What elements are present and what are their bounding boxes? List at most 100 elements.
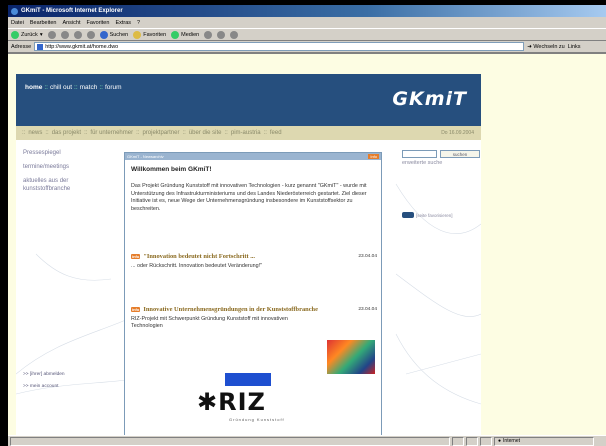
favorites-button[interactable]: Favoriten [133, 30, 166, 39]
menu-bearbeiten[interactable]: Bearbeiten [30, 20, 57, 26]
address-label: Adresse [11, 43, 32, 50]
history-button[interactable] [204, 30, 213, 39]
panel-bar: GKmiT - Newsarchiv Info [125, 153, 381, 160]
stop-icon [60, 30, 69, 39]
page-icon [37, 43, 44, 50]
top-nav: home:: chill out:: match:: forum [25, 84, 122, 91]
site-search-button[interactable]: suchen [440, 150, 480, 158]
bookmark-icon [402, 212, 414, 218]
bookmark-link[interactable]: [seite favorisieren] [402, 212, 453, 218]
subnav-projektpartner[interactable]: projektpartner [142, 130, 179, 136]
nav-home[interactable]: home [25, 84, 42, 91]
site-logo[interactable]: GKmiT [392, 88, 467, 110]
riz-logo[interactable]: ✱RIZ Gründung Kunststoff [197, 373, 307, 431]
nav-forum[interactable]: forum [105, 84, 122, 91]
website: home:: chill out:: match:: forum GKmiT :: ne… [16, 74, 481, 436]
left-link-termine[interactable]: termine/meetings [23, 163, 108, 171]
media-button[interactable]: Medien [171, 30, 199, 39]
main-panel: GKmiT - Newsarchiv Info Willkommen beim … [124, 152, 382, 436]
sub-nav: :: news :: das projekt :: für unternehmer :… [16, 126, 481, 140]
subnav-pim-austria[interactable]: pim-austria [231, 130, 261, 136]
media-icon [171, 30, 180, 39]
home-button[interactable] [86, 30, 95, 39]
mail-button[interactable] [217, 30, 226, 39]
ie-icon [11, 7, 18, 15]
address-url: http://www.gkmit.at/home.dwo [45, 43, 119, 50]
news-badge: info [131, 307, 141, 312]
globe-icon: ● [498, 438, 502, 444]
subnav-news[interactable]: news [28, 130, 42, 136]
nav-match[interactable]: match [80, 84, 98, 91]
menu-extras[interactable]: Extras [115, 20, 131, 26]
status-zone: ● Internet [494, 436, 594, 446]
panel-bar-title: GKmiT - Newsarchiv [127, 154, 164, 159]
subnav-fuer-unternehmer[interactable]: für unternehmer [90, 130, 133, 136]
history-icon [204, 30, 213, 39]
status-cell [480, 436, 492, 446]
back-button[interactable]: Zurück ▾ [11, 30, 43, 39]
site-search: suchen [402, 150, 480, 158]
toolbar: Zurück ▾ Suchen Favoriten Medien [8, 28, 606, 41]
print-button[interactable] [230, 30, 239, 39]
left-link-pressespiegel[interactable]: Pressespiegel [23, 149, 108, 157]
go-button[interactable]: ➜ Wechseln zu [527, 44, 565, 50]
favorites-icon [133, 30, 142, 39]
news-date: 23.04.04 [358, 307, 377, 312]
menu-favoriten[interactable]: Favoriten [87, 20, 110, 26]
news-thumbnail[interactable] [327, 340, 375, 374]
intro-text: Das Projekt Gründung Kunststoff mit inno… [131, 183, 367, 212]
title-bar: GKmiT - Microsoft Internet Explorer [8, 5, 606, 17]
status-cell [452, 436, 464, 446]
account-links: >> [ihrer] abmelden >> mein account [23, 369, 65, 394]
site-search-input[interactable] [402, 150, 437, 158]
menu-bar: Datei Bearbeiten Ansicht Favoriten Extra… [8, 17, 606, 28]
forward-arrow-icon [47, 30, 56, 39]
status-bar: ● Internet [8, 435, 606, 446]
news-text: RIZ-Projekt mit Schwerpunkt Gründung Kun… [131, 316, 288, 330]
welcome-heading: Willkommen beim GKmiT! [131, 166, 212, 173]
logout-link[interactable]: >> [ihrer] abmelden [23, 369, 65, 381]
news-text: ... oder Rückschritt. Innovation bedeute… [131, 263, 263, 269]
mail-icon [217, 30, 226, 39]
menu-ansicht[interactable]: Ansicht [62, 20, 80, 26]
news-item: info "Innovation bedeutet nicht Fortschri… [131, 253, 377, 270]
panel-bar-tag[interactable]: Info [368, 154, 379, 159]
riz-logo-bar [225, 373, 271, 386]
page-viewport: home:: chill out:: match:: forum GKmiT :: ne… [8, 53, 606, 436]
news-title[interactable]: "Innovation bedeutet nicht Fortschritt .… [143, 253, 255, 260]
status-text [10, 436, 450, 446]
left-link-aktuelles[interactable]: aktuelles aus der kunststoffbranche [23, 177, 108, 193]
address-input[interactable]: http://www.gkmit.at/home.dwo [34, 42, 525, 51]
riz-logo-word: ✱RIZ [197, 388, 266, 416]
subnav-ueber-die-site[interactable]: über die site [189, 130, 222, 136]
links-button[interactable]: Links [568, 44, 581, 50]
news-item: info Innovative Unternehmensgründungen in… [131, 306, 377, 376]
search-button[interactable]: Suchen [99, 30, 128, 39]
subnav-das-projekt[interactable]: das projekt [52, 130, 81, 136]
subnav-feed[interactable]: feed [270, 130, 282, 136]
riz-logo-sub: Gründung Kunststoff [229, 417, 285, 422]
news-badge: info [131, 254, 141, 259]
address-bar: Adresse http://www.gkmit.at/home.dwo ➜ W… [8, 41, 606, 53]
site-header: home:: chill out:: match:: forum GKmiT [16, 74, 481, 126]
menu-help[interactable]: ? [137, 20, 140, 26]
account-link[interactable]: >> mein account [23, 381, 65, 393]
window-title: GKmiT - Microsoft Internet Explorer [21, 8, 123, 14]
advanced-search-link[interactable]: erweiterte suche [402, 160, 442, 166]
search-icon [99, 30, 108, 39]
news-title[interactable]: Innovative Unternehmensgründungen in der… [143, 306, 318, 313]
nav-chill-out[interactable]: chill out [50, 84, 72, 91]
menu-datei[interactable]: Datei [11, 20, 24, 26]
news-date: 23.04.04 [358, 254, 377, 259]
stop-button[interactable] [60, 30, 69, 39]
refresh-button[interactable] [73, 30, 82, 39]
home-icon [86, 30, 95, 39]
status-cell [466, 436, 478, 446]
print-icon [230, 30, 239, 39]
back-arrow-icon [11, 30, 19, 39]
current-date: Do 16.09.2004 [441, 130, 474, 136]
refresh-icon [73, 30, 82, 39]
browser-window: GKmiT - Microsoft Internet Explorer Date… [8, 5, 606, 446]
left-menu: Pressespiegel termine/meetings aktuelles… [23, 149, 108, 199]
forward-button[interactable] [47, 30, 56, 39]
